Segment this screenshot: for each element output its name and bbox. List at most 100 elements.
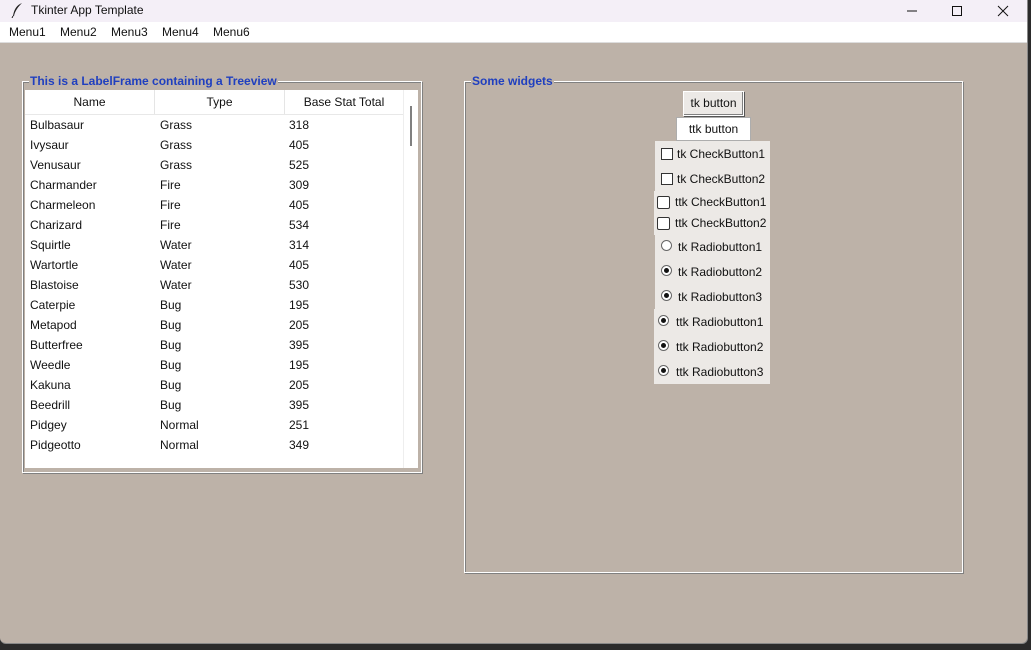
cell-name: Squirtle [30,238,71,252]
radio-indicator[interactable] [658,315,669,326]
cell-name: Pidgey [30,418,67,432]
checkbutton-label: ttk CheckButton2 [675,216,767,230]
column-header-base-stat-total[interactable]: Base Stat Total [285,90,403,114]
tk-checkbutton-2[interactable]: tk CheckButton2 [655,166,770,191]
cell-base-stat-total: 205 [289,378,310,392]
column-header-name[interactable]: Name [25,90,155,114]
table-row[interactable]: Venusaur Grass 525 [25,155,403,175]
cell-type: Bug [160,358,182,372]
checkbox-indicator[interactable] [661,148,673,160]
cell-name: Butterfree [30,338,83,352]
table-row[interactable]: Caterpie Bug 195 [25,295,403,315]
cell-base-stat-total: 405 [289,138,310,152]
table-row[interactable]: Bulbasaur Grass 318 [25,115,403,135]
table-row[interactable]: Pidgeotto Normal 349 [25,435,403,455]
cell-name: Kakuna [30,378,71,392]
tk-button[interactable]: tk button [683,91,744,116]
app-window: Tkinter App Template Menu1 Menu2 Menu3 M… [0,0,1028,644]
ttk-checkbutton-2[interactable]: ttk CheckButton2 [654,213,770,235]
minimize-button[interactable] [889,0,935,22]
cell-base-stat-total: 349 [289,438,310,452]
ttk-radiobutton-1[interactable]: ttk Radiobutton1 [654,309,770,334]
checkbox-indicator[interactable] [657,196,670,209]
radio-indicator[interactable] [661,265,672,276]
column-header-type[interactable]: Type [155,90,285,114]
cell-base-stat-total: 309 [289,178,310,192]
pokemon-treeview[interactable]: Name Type Base Stat Total Bulbasaur Grass… [25,90,403,468]
cell-name: Caterpie [30,298,76,312]
cell-name: Pidgeotto [30,438,81,452]
radio-indicator[interactable] [658,365,669,376]
table-row[interactable]: Pidgey Normal 251 [25,415,403,435]
cell-name: Charmeleon [30,198,96,212]
menu-3[interactable]: Menu3 [111,25,148,39]
cell-base-stat-total: 195 [289,358,310,372]
table-row[interactable]: Kakuna Bug 205 [25,375,403,395]
cell-type: Bug [160,338,182,352]
cell-type: Fire [160,178,181,192]
menu-2[interactable]: Menu2 [60,25,97,39]
menu-4[interactable]: Menu4 [162,25,199,39]
table-row[interactable]: Charmeleon Fire 405 [25,195,403,215]
minimize-icon [907,10,917,12]
treeview-frame-title: This is a LabelFrame containing a Treevi… [29,74,278,88]
radio-indicator[interactable] [661,290,672,301]
cell-name: Ivysaur [30,138,69,152]
tk-checkbutton-1[interactable]: tk CheckButton1 [655,141,770,166]
cell-name: Wartortle [30,258,79,272]
cell-type: Normal [160,418,199,432]
cell-base-stat-total: 318 [289,118,310,132]
radiobutton-label: ttk Radiobutton1 [676,315,764,329]
ttk-radiobutton-2[interactable]: ttk Radiobutton2 [654,334,770,359]
table-row[interactable]: Ivysaur Grass 405 [25,135,403,155]
treeview-scrollbar[interactable] [403,90,418,468]
feather-icon [11,3,22,18]
ttk-radiobutton-3[interactable]: ttk Radiobutton3 [654,359,770,384]
checkbox-indicator[interactable] [661,173,673,185]
cell-type: Grass [160,118,193,132]
menu-bar: Menu1 Menu2 Menu3 Menu4 Menu6 [0,22,1027,43]
cell-type: Water [160,258,192,272]
table-row[interactable]: Weedle Bug 195 [25,355,403,375]
table-row[interactable]: Beedrill Bug 395 [25,395,403,415]
radiobutton-label: ttk Radiobutton3 [676,365,764,379]
tk-radiobutton-2[interactable]: tk Radiobutton2 [655,259,770,284]
menu-6[interactable]: Menu6 [213,25,250,39]
tk-radiobutton-1[interactable]: tk Radiobutton1 [655,234,770,259]
cell-type: Normal [160,438,199,452]
table-row[interactable]: Butterfree Bug 395 [25,335,403,355]
tk-radiobutton-3[interactable]: tk Radiobutton3 [655,284,770,309]
radio-indicator[interactable] [661,240,672,251]
cell-base-stat-total: 405 [289,198,310,212]
cell-base-stat-total: 525 [289,158,310,172]
scrollbar-thumb[interactable] [410,106,412,146]
table-row[interactable]: Squirtle Water 314 [25,235,403,255]
treeview-header: Name Type Base Stat Total [25,90,403,115]
menu-1[interactable]: Menu1 [9,25,46,39]
cell-base-stat-total: 205 [289,318,310,332]
radio-indicator[interactable] [658,340,669,351]
table-row[interactable]: Charmander Fire 309 [25,175,403,195]
close-button[interactable] [980,0,1026,22]
cell-base-stat-total: 534 [289,218,310,232]
cell-type: Bug [160,398,182,412]
ttk-checkbutton-1[interactable]: ttk CheckButton1 [654,191,770,213]
cell-type: Water [160,238,192,252]
ttk-button[interactable]: ttk button [676,117,751,141]
cell-base-stat-total: 530 [289,278,310,292]
maximize-button[interactable] [934,0,980,22]
cell-type: Bug [160,298,182,312]
checkbutton-label: tk CheckButton2 [677,172,766,186]
table-row[interactable]: Metapod Bug 205 [25,315,403,335]
table-row[interactable]: Blastoise Water 530 [25,275,403,295]
table-row[interactable]: Charizard Fire 534 [25,215,403,235]
table-row[interactable]: Wartortle Water 405 [25,255,403,275]
checkbox-indicator[interactable] [657,217,670,230]
title-bar[interactable]: Tkinter App Template [0,0,1027,22]
cell-name: Metapod [30,318,77,332]
cell-base-stat-total: 405 [289,258,310,272]
radiobutton-label: tk Radiobutton3 [678,290,763,304]
cell-name: Charizard [30,218,83,232]
cell-base-stat-total: 251 [289,418,310,432]
checkbutton-label: ttk CheckButton1 [675,195,767,209]
